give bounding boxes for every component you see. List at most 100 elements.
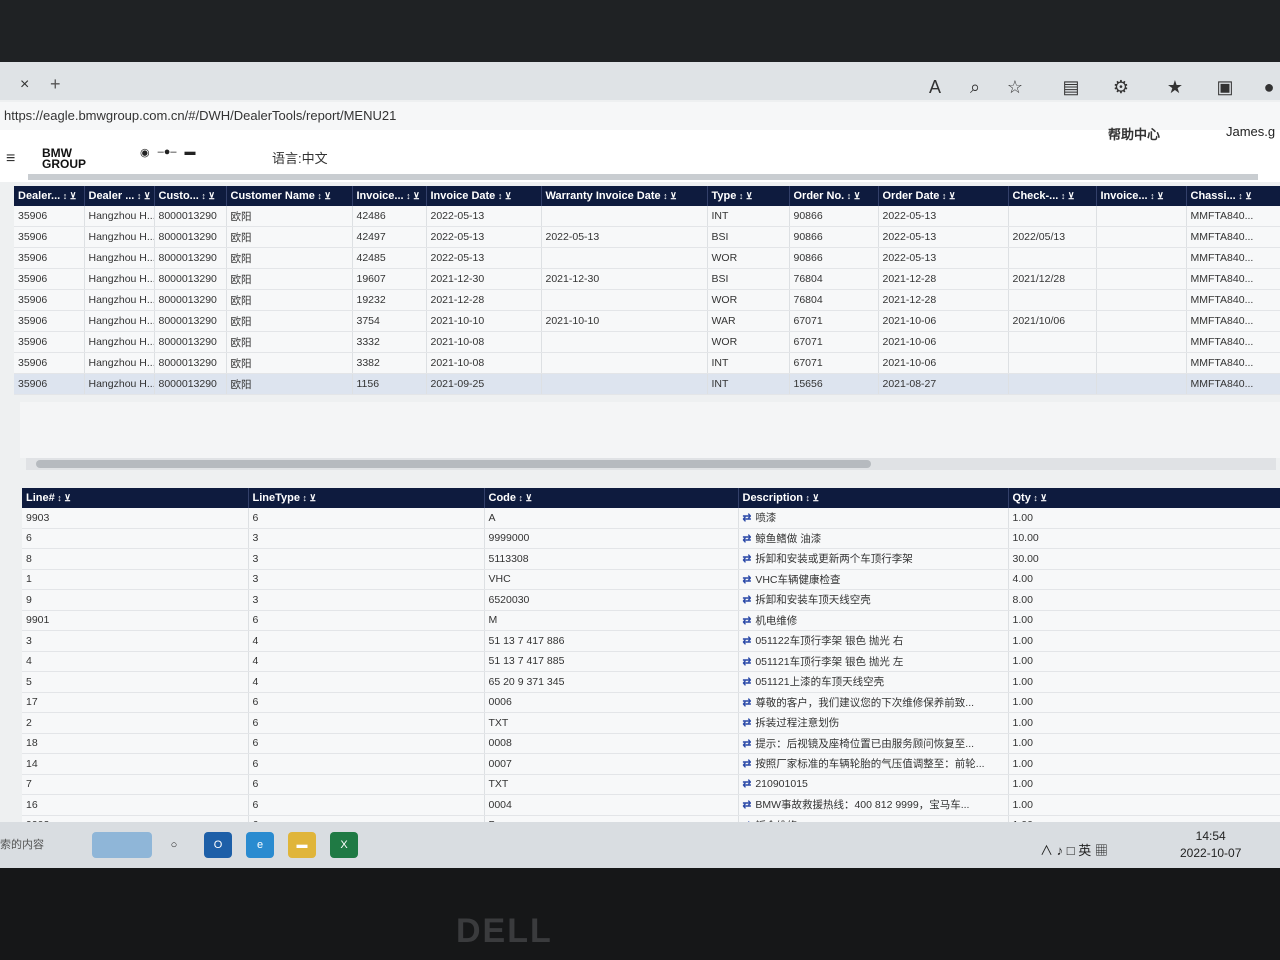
line-detail-icon[interactable]: ⇄ xyxy=(743,799,752,811)
profile-avatar[interactable]: ● xyxy=(1256,76,1280,98)
line-column-header[interactable]: LineType ↕ ⊻ xyxy=(248,488,485,508)
table-row[interactable]: 35906 Hangzhou H... 8000013290 欧阳 19607 2021-… xyxy=(14,268,1280,290)
invoice-column-header[interactable]: Invoice... ↕ ⊻ xyxy=(352,186,427,206)
sort-filter-icon[interactable]: ↕ ⊻ xyxy=(1148,191,1164,201)
table-row[interactable]: 35906 Hangzhou H... 8000013290 欧阳 3332 2021-1… xyxy=(14,331,1280,353)
invoice-column-header[interactable]: Warranty Invoice Date ↕ ⊻ xyxy=(541,186,708,206)
read-aloud-icon[interactable]: A xyxy=(922,76,948,98)
invoice-column-header[interactable]: Dealer ... ↕ ⊻ xyxy=(84,186,155,206)
file-explorer-icon[interactable]: ▬ xyxy=(288,832,316,858)
table-row[interactable]: 35906 Hangzhou H... 8000013290 欧阳 1156 2021-0… xyxy=(14,373,1280,395)
table-row[interactable]: 14 6 0007 ⇄ 按照厂家标准的车辆轮胎的气压值调整至：前轮... 1.00 xyxy=(22,753,1280,775)
table-row[interactable]: 35906 Hangzhou H... 8000013290 欧阳 42486 2022-… xyxy=(14,206,1280,227)
line-column-header[interactable]: Code ↕ ⊻ xyxy=(484,488,739,508)
table-row[interactable]: 9901 6 M ⇄ 机电维修 1.00 xyxy=(22,610,1280,631)
horizontal-scrollbar[interactable] xyxy=(26,458,1276,470)
table-row[interactable]: 7 6 TXT ⇄ 210901015 1.00 xyxy=(22,774,1280,795)
invoice-column-header[interactable]: Dealer... ↕ ⊻ xyxy=(14,186,85,206)
line-detail-icon[interactable]: ⇄ xyxy=(743,738,752,750)
tabs-icon[interactable]: ▣ xyxy=(1212,76,1238,98)
taskbar-clock[interactable]: 14:54 2022-10-07 xyxy=(1180,828,1241,862)
extensions-icon[interactable]: ⚙ xyxy=(1108,76,1134,98)
sort-filter-icon[interactable]: ↕ ⊻ xyxy=(199,191,215,201)
line-detail-icon[interactable]: ⇄ xyxy=(743,594,752,606)
sort-filter-icon[interactable]: ↕ ⊻ xyxy=(134,191,151,201)
new-tab-button[interactable]: + xyxy=(50,74,61,95)
task-view-icon[interactable]: ○ xyxy=(160,832,188,858)
line-detail-icon[interactable]: ⇄ xyxy=(743,635,752,647)
scrollbar-thumb[interactable] xyxy=(36,460,871,468)
sort-filter-icon[interactable]: ↕ ⊻ xyxy=(803,493,820,503)
sort-filter-icon[interactable]: ↕ ⊻ xyxy=(736,191,753,201)
favorites-icon[interactable]: ★ xyxy=(1162,76,1188,98)
table-row[interactable]: 35906 Hangzhou H... 8000013290 欧阳 42485 2022-… xyxy=(14,247,1280,269)
line-detail-icon[interactable]: ⇄ xyxy=(743,553,752,565)
table-row[interactable]: 16 6 0004 ⇄ BMW事故救援热线：400 812 9999，宝马车... 1.0… xyxy=(22,794,1280,816)
sort-filter-icon[interactable]: ↕ ⊻ xyxy=(939,191,956,201)
language-selector[interactable]: 语言:中文 xyxy=(272,148,328,167)
outlook-icon[interactable]: O xyxy=(204,832,232,858)
invoice-column-header[interactable]: Check-... ↕ ⊻ xyxy=(1008,186,1097,206)
invoice-column-header[interactable]: Invoice Date ↕ ⊻ xyxy=(426,186,542,206)
table-row[interactable]: 4 4 51 13 7 417 885 ⇄ 051121车顶行李架 银色 抛光 左 1.0… xyxy=(22,651,1280,672)
zoom-icon[interactable]: ⌕ xyxy=(962,76,988,98)
edge-icon[interactable]: e xyxy=(246,832,274,858)
user-name[interactable]: James.g xyxy=(1226,124,1275,139)
line-detail-icon[interactable]: ⇄ xyxy=(743,512,752,524)
tab-close-button[interactable]: × xyxy=(20,76,29,94)
invoice-column-header[interactable]: Chassi... ↕ ⊻ xyxy=(1186,186,1280,206)
table-row[interactable]: 3 4 51 13 7 417 886 ⇄ 051122车顶行李架 银色 抛光 右 1.0… xyxy=(22,630,1280,652)
line-column-header[interactable]: Description ↕ ⊻ xyxy=(738,488,1009,508)
invoice-column-header[interactable]: Order No. ↕ ⊻ xyxy=(789,186,879,206)
sort-filter-icon[interactable]: ↕ ⊻ xyxy=(60,191,77,201)
table-row[interactable]: 9903 6 A ⇄ 喷漆 1.00 xyxy=(22,508,1280,529)
volume-icon[interactable]: ♪ xyxy=(1057,843,1064,858)
table-row[interactable]: 8 3 5113308 ⇄ 拆卸和安装或更新两个车顶行李架 30.00 xyxy=(22,548,1280,570)
line-detail-icon[interactable]: ⇄ xyxy=(743,717,752,729)
sort-filter-icon[interactable]: ↕ ⊻ xyxy=(55,493,71,503)
chevron-up-icon[interactable]: ∧ xyxy=(1040,843,1053,858)
line-detail-icon[interactable]: ⇄ xyxy=(743,656,752,668)
sort-filter-icon[interactable]: ↕ ⊻ xyxy=(1031,493,1047,503)
sort-filter-icon[interactable]: ↕ ⊻ xyxy=(404,191,420,201)
favorite-add-icon[interactable]: ☆ xyxy=(1002,76,1028,98)
search-highlight-icon[interactable] xyxy=(92,832,152,858)
invoice-column-header[interactable]: Invoice... ↕ ⊻ xyxy=(1096,186,1187,206)
line-detail-icon[interactable]: ⇄ xyxy=(743,778,752,790)
table-row[interactable]: 17 6 0006 ⇄ 尊敬的客户，我们建议您的下次维修保养前致... 1.00 xyxy=(22,692,1280,713)
invoice-column-header[interactable]: Type ↕ ⊻ xyxy=(707,186,790,206)
sort-filter-icon[interactable]: ↕ ⊻ xyxy=(844,191,861,201)
table-row[interactable]: 35906 Hangzhou H... 8000013290 欧阳 3754 2021-1… xyxy=(14,310,1280,332)
sort-filter-icon[interactable]: ↕ ⊻ xyxy=(315,191,331,201)
line-column-header[interactable]: Line# ↕ ⊻ xyxy=(22,488,249,508)
ime-indicator[interactable]: 英 xyxy=(1078,843,1091,858)
sort-filter-icon[interactable]: ↕ ⊻ xyxy=(661,191,677,201)
table-row[interactable]: 5 4 65 20 9 371 345 ⇄ 051121上漆的车顶天线空壳 1.00 xyxy=(22,671,1280,693)
taskbar-search-text[interactable]: 索的内容 xyxy=(0,836,44,852)
help-center-link[interactable]: 帮助中心 xyxy=(1108,124,1160,143)
line-detail-icon[interactable]: ⇄ xyxy=(743,697,752,709)
sort-filter-icon[interactable]: ↕ ⊻ xyxy=(516,493,533,503)
sort-filter-icon[interactable]: ↕ ⊻ xyxy=(1058,191,1075,201)
sort-filter-icon[interactable]: ↕ ⊻ xyxy=(300,493,316,503)
network-icon[interactable]: □ xyxy=(1067,843,1075,858)
excel-icon[interactable]: X xyxy=(330,832,358,858)
keyboard-icon[interactable]: ▦ xyxy=(1095,843,1108,858)
sort-filter-icon[interactable]: ↕ ⊻ xyxy=(495,191,512,201)
line-detail-icon[interactable]: ⇄ xyxy=(743,758,752,770)
line-detail-icon[interactable]: ⇄ xyxy=(743,676,752,688)
table-row[interactable]: 2 6 TXT ⇄ 拆装过程注意划伤 1.00 xyxy=(22,712,1280,734)
address-bar[interactable]: https://eagle.bmwgroup.com.cn/#/DWH/Deal… xyxy=(0,102,1280,131)
line-detail-icon[interactable]: ⇄ xyxy=(743,533,752,545)
invoice-column-header[interactable]: Customer Name ↕ ⊻ xyxy=(226,186,353,206)
invoice-column-header[interactable]: Custo... ↕ ⊻ xyxy=(154,186,227,206)
table-row[interactable]: 18 6 0008 ⇄ 提示：后视镜及座椅位置已由服务顾问恢复至... 1.00 xyxy=(22,733,1280,754)
table-row[interactable]: 1 3 VHC ⇄ VHC车辆健康检查 4.00 xyxy=(22,569,1280,590)
line-detail-icon[interactable]: ⇄ xyxy=(743,615,752,627)
sort-filter-icon[interactable]: ↕ ⊻ xyxy=(1236,191,1252,201)
hamburger-menu-icon[interactable]: ≡ xyxy=(6,150,15,168)
table-row[interactable]: 35906 Hangzhou H... 8000013290 欧阳 3382 2021-1… xyxy=(14,352,1280,374)
line-column-header[interactable]: Qty ↕ ⊻ xyxy=(1008,488,1280,508)
collections-icon[interactable]: ▤ xyxy=(1058,76,1084,98)
table-row[interactable]: 9 3 6520030 ⇄ 拆卸和安装车顶天线空壳 8.00 xyxy=(22,589,1280,611)
